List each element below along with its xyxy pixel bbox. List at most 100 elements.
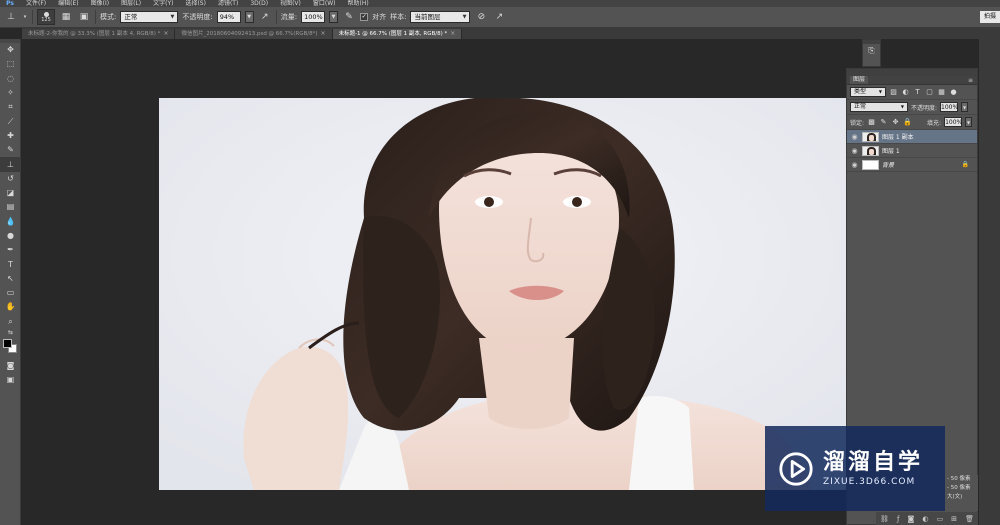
layer-opacity-slider-toggle[interactable]: ▼ (961, 102, 969, 112)
canvas-area[interactable] (22, 39, 846, 525)
zoom-tool-icon[interactable]: ⌕ (0, 315, 21, 329)
dodge-tool-icon[interactable]: ● (0, 229, 21, 243)
lasso-tool-icon[interactable]: ◌ (0, 72, 21, 86)
eye-icon[interactable]: ◉ (850, 147, 859, 155)
menu-edit[interactable]: 编辑(E) (52, 0, 84, 7)
blend-mode-select[interactable]: 正常 ▼ (850, 102, 908, 112)
menu-3d[interactable]: 3D(D) (244, 0, 274, 7)
panel-menu-icon[interactable]: ≡ (968, 77, 973, 84)
document-canvas[interactable] (159, 98, 846, 490)
airbrush-icon[interactable]: ✎ (342, 10, 356, 24)
pressure-opacity-icon[interactable]: ↗ (258, 10, 272, 24)
swap-colors-icon[interactable]: ⇆ (0, 329, 21, 337)
history-panel-icon[interactable]: ⎘ (863, 44, 880, 58)
rectangle-tool-icon[interactable]: ▭ (0, 286, 21, 300)
pressure-size-icon[interactable]: ↗ (492, 10, 506, 24)
layer-row[interactable]: ◉ 图层 1 (847, 144, 977, 158)
preset-item[interactable]: - 50 像素 (945, 484, 978, 493)
menu-file[interactable]: 文件(F) (20, 0, 52, 7)
healing-brush-tool-icon[interactable]: ✚ (0, 129, 21, 143)
tab-document-2[interactable]: 未标题-2-你我的 @ 33.3% (图层 1 副本 4, RGB/8) * × (22, 29, 176, 39)
tool-preset-caret-icon[interactable]: ▾ (22, 10, 28, 24)
mask-icon[interactable]: ◙ (907, 515, 914, 523)
menu-select[interactable]: 选择(S) (179, 0, 212, 7)
brush-tool-icon[interactable]: ✎ (0, 143, 21, 157)
new-layer-icon[interactable]: ⊞ (951, 515, 957, 523)
filter-adjustment-icon[interactable]: ◐ (901, 88, 910, 97)
panel-grip[interactable] (847, 69, 977, 76)
fx-icon[interactable]: ƒ (897, 515, 899, 523)
quick-mask-icon[interactable]: ◙ (0, 359, 21, 373)
lock-label: 锁定: (850, 119, 865, 127)
fill-slider-toggle[interactable]: ▼ (965, 117, 973, 127)
move-tool-icon[interactable]: ✥ (0, 43, 21, 57)
close-icon[interactable]: × (321, 29, 326, 39)
menu-window[interactable]: 窗口(W) (307, 0, 342, 7)
sample-select[interactable]: 当前图层 ▼ (410, 11, 471, 23)
quick-select-tool-icon[interactable]: ✧ (0, 86, 21, 100)
workspace-field[interactable]: 拍摄 (980, 11, 1000, 23)
aligned-checkbox[interactable]: ✓ (360, 13, 369, 21)
screen-mode-icon[interactable]: ▣ (0, 373, 21, 387)
lock-transparent-icon[interactable]: ▩ (867, 118, 876, 127)
close-icon[interactable]: × (450, 29, 455, 39)
filter-shape-icon[interactable]: ▢ (925, 88, 934, 97)
brush-panel-icon[interactable]: ▦ (59, 10, 73, 24)
menu-view[interactable]: 视图(V) (274, 0, 307, 7)
layer-opacity-label: 不透明度: (911, 104, 938, 112)
menu-image[interactable]: 图像(I) (85, 0, 115, 7)
filter-pixel-icon[interactable]: ▨ (889, 88, 898, 97)
type-tool-icon[interactable]: T (0, 257, 21, 271)
filter-type-select[interactable]: 类型 ▼ (850, 87, 886, 97)
clone-source-panel-icon[interactable]: ▣ (77, 10, 91, 24)
eye-icon[interactable]: ◉ (850, 133, 859, 141)
history-brush-tool-icon[interactable]: ↺ (0, 172, 21, 186)
brush-preset-picker[interactable]: 125 (37, 9, 55, 25)
menu-filter[interactable]: 滤镜(T) (212, 0, 244, 7)
blur-tool-icon[interactable]: 💧 (0, 215, 21, 229)
tab-wechat-image[interactable]: 微信图片_20180604092413.psd @ 66.7%(RGB/8*) … (175, 29, 333, 39)
opacity-slider-toggle[interactable]: ▼ (244, 11, 254, 23)
filter-type-icon[interactable]: T (913, 88, 922, 97)
gradient-tool-icon[interactable]: ▤ (0, 200, 21, 214)
tab-layers[interactable]: 图层 (850, 76, 869, 84)
eyedropper-tool-icon[interactable]: ⟋ (0, 114, 21, 128)
flow-input[interactable]: 100% (301, 11, 326, 23)
menu-help[interactable]: 帮助(H) (342, 0, 375, 7)
link-icon[interactable]: ⛓ (880, 515, 889, 523)
crop-tool-icon[interactable]: ⌗ (0, 100, 21, 114)
layer-row[interactable]: ◉ 背景 🔒 (847, 158, 977, 172)
folder-icon[interactable]: ▭ (936, 515, 943, 523)
path-select-tool-icon[interactable]: ↖ (0, 272, 21, 286)
eraser-tool-icon[interactable]: ◪ (0, 186, 21, 200)
filter-toggle-icon[interactable]: ● (949, 88, 958, 97)
eye-icon[interactable]: ◉ (850, 161, 859, 169)
adjustment-icon[interactable]: ◐ (922, 515, 928, 523)
pen-tool-icon[interactable]: ✒ (0, 243, 21, 257)
opacity-input[interactable]: 94% (216, 11, 241, 23)
watermark: 溜溜自学 ZIXUE.3D66.COM (765, 426, 945, 511)
tab-document-1[interactable]: 未标题-1 @ 66.7% (图层 1 副本, RGB/8) * × (332, 29, 463, 39)
preset-item[interactable]: - 50 像素 (945, 475, 978, 484)
menu-layer[interactable]: 图层(L) (115, 0, 147, 7)
hand-tool-icon[interactable]: ✋ (0, 300, 21, 314)
lock-position-icon[interactable]: ✥ (891, 118, 900, 127)
close-icon[interactable]: × (163, 29, 168, 39)
menu-type[interactable]: 文字(Y) (147, 0, 179, 7)
clone-stamp-tool-icon[interactable]: ⊥ (4, 10, 18, 24)
layer-opacity-input[interactable]: 100% (940, 102, 958, 112)
fill-input[interactable]: 100% (944, 117, 962, 127)
filter-smart-icon[interactable]: ▦ (937, 88, 946, 97)
ignore-adjustment-layers-icon[interactable]: ⊘ (474, 10, 488, 24)
trash-icon[interactable]: 🗑 (965, 515, 974, 523)
layer-row[interactable]: ◉ 图层 1 副本 (847, 130, 977, 144)
lock-all-icon[interactable]: 🔒 (903, 118, 912, 127)
lock-pixels-icon[interactable]: ✎ (879, 118, 888, 127)
preset-item[interactable]: 大(文) (945, 493, 978, 502)
foreground-color[interactable] (3, 338, 12, 348)
flow-slider-toggle[interactable]: ▼ (329, 11, 339, 23)
color-swatches[interactable] (0, 337, 21, 359)
clone-stamp-tool-icon[interactable]: ⊥ (0, 157, 21, 172)
marquee-tool-icon[interactable]: ⬚ (0, 57, 21, 71)
mode-select[interactable]: 正常 ▼ (120, 11, 179, 23)
